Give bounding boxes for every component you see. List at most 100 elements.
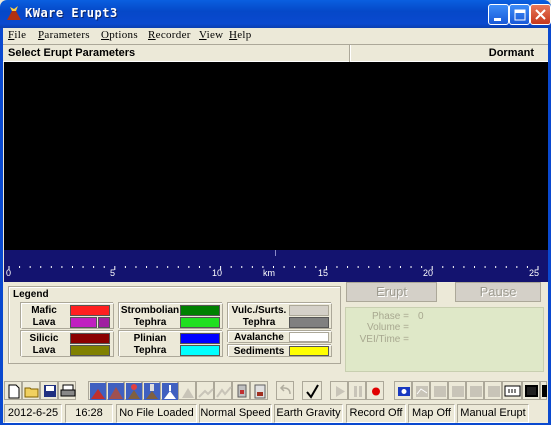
ruler-label-20: 20 (423, 268, 434, 278)
legend-avalanche: Avalanche (228, 331, 332, 343)
ruler-label-5: 5 (110, 268, 116, 278)
avalanche-swatch[interactable] (289, 332, 329, 342)
mafic-label: Mafic Lava (31, 305, 57, 328)
view-split-icon (452, 386, 464, 397)
ruler-label-km: km (263, 268, 275, 278)
view-grid-icon (434, 386, 446, 397)
undo-button[interactable] (276, 381, 294, 400)
avalanche-volcano-icon (182, 388, 194, 398)
view-profile-icon (488, 386, 500, 397)
eruption-type-5-button[interactable] (160, 381, 178, 400)
volcano-app-icon (7, 6, 21, 20)
new-file-button[interactable] (4, 381, 22, 400)
legend-strombolian: Strombolian Tephra (119, 303, 223, 329)
sediments-swatch[interactable] (289, 346, 329, 356)
legend-plinian: Plinian Tephra (119, 331, 223, 357)
eruption-type-1-button[interactable] (88, 381, 106, 400)
status-time: 16:28 (65, 404, 113, 423)
crater-icon (237, 384, 247, 398)
scale-toggle-button[interactable] (502, 381, 522, 400)
view-2-button[interactable] (448, 381, 466, 400)
open-file-button[interactable] (22, 381, 40, 400)
print-button[interactable] (58, 381, 76, 400)
camera-icon (398, 387, 410, 396)
map-button[interactable] (412, 381, 430, 400)
display-mode-1-button[interactable] (522, 381, 540, 400)
view-3-button[interactable] (466, 381, 484, 400)
menu-recorder[interactable]: Recorder (148, 29, 191, 41)
new-file-icon (8, 384, 20, 399)
scale-bar-icon (504, 385, 521, 397)
close-button[interactable] (530, 4, 551, 25)
mafic-swatch-2[interactable] (70, 317, 97, 328)
legend-sediments: Sediments (228, 345, 332, 357)
menu-options[interactable]: Options (101, 29, 138, 41)
status-date: 2012-6-25 (4, 404, 62, 423)
menu-help[interactable]: Help (229, 29, 252, 41)
menu-parameters[interactable]: Parameters (38, 29, 90, 41)
menu-view[interactable]: View (199, 29, 223, 41)
view-4-button[interactable] (484, 381, 502, 400)
strombolian-volcano-icon (126, 383, 142, 400)
toolbar (4, 381, 547, 401)
vulcanian-swatch-1[interactable] (289, 305, 329, 316)
play-button[interactable] (330, 381, 348, 400)
title-bar[interactable]: KWare Erupt3 (0, 0, 551, 28)
mafic-swatch-3[interactable] (98, 317, 110, 328)
vulcanian-swatch-2[interactable] (289, 317, 329, 328)
vulcanian-label: Vulc./Surts. Tephra (231, 305, 287, 328)
header-title: Select Erupt Parameters (8, 47, 136, 59)
eruption-type-4-button[interactable] (142, 381, 160, 400)
apply-button[interactable] (302, 381, 322, 400)
eruption-type-3-button[interactable] (124, 381, 142, 400)
distance-ruler: 0 5 10 km 15 20 25 (4, 266, 548, 282)
menu-file[interactable]: File (8, 29, 26, 41)
eruption-type-7-button[interactable] (196, 381, 214, 400)
silicic-swatch-1[interactable] (70, 333, 110, 344)
simulation-canvas[interactable] (4, 62, 548, 250)
eruption-type-2-button[interactable] (106, 381, 124, 400)
ruler-label-25: 25 (529, 268, 540, 278)
phase-label: Phase = (372, 311, 409, 322)
strombolian-swatch-2[interactable] (180, 317, 220, 328)
dark-screen-icon (525, 385, 538, 397)
display-mode-2-button[interactable] (540, 381, 547, 400)
ground-layer (4, 250, 548, 266)
legend-mafic: Mafic Lava (21, 303, 114, 329)
save-button[interactable] (40, 381, 58, 400)
plinian-swatch-2[interactable] (180, 345, 220, 356)
status-gravity: Earth Gravity (274, 404, 343, 423)
pause-toolbar-button[interactable] (348, 381, 366, 400)
eruption-type-6-button[interactable] (178, 381, 196, 400)
maximize-button[interactable] (509, 4, 530, 25)
silicic-volcano-icon (108, 383, 124, 400)
record-icon (372, 387, 380, 396)
strombolian-label: Strombolian Tephra (120, 305, 180, 328)
silicic-swatch-2[interactable] (70, 345, 110, 356)
vulcanian-volcano-icon (162, 383, 178, 400)
menu-bar: File Parameters Options Recorder View He… (3, 28, 548, 44)
status-erupt-mode: Manual Erupt (457, 404, 529, 423)
eruption-type-8-button[interactable] (214, 381, 232, 400)
checkmark-icon (306, 384, 319, 399)
mafic-volcano-icon (90, 383, 106, 400)
header-divider (349, 45, 351, 62)
status-bar: 2012-6-25 16:28 No File Loaded Normal Sp… (2, 404, 549, 423)
pause-icon (354, 386, 362, 397)
pause-button[interactable]: Pause (455, 282, 541, 302)
mafic-swatch-1[interactable] (70, 305, 110, 316)
view-1-button[interactable] (430, 381, 448, 400)
plinian-swatch-1[interactable] (180, 333, 220, 344)
record-button[interactable] (366, 381, 384, 400)
window-frame-left (0, 28, 3, 425)
camera-button[interactable] (394, 381, 412, 400)
close-icon (535, 9, 546, 20)
strombolian-swatch-1[interactable] (180, 305, 220, 316)
sediment-icon (198, 388, 214, 398)
minimize-button[interactable] (488, 4, 509, 25)
undo-icon (279, 384, 291, 395)
legend-panel: Legend Mafic Lava Silicic Lava Strombolian… (8, 286, 341, 364)
eruption-type-9-button[interactable] (232, 381, 250, 400)
erupt-button[interactable]: Erupt (346, 282, 437, 302)
eruption-type-10-button[interactable] (250, 381, 268, 400)
